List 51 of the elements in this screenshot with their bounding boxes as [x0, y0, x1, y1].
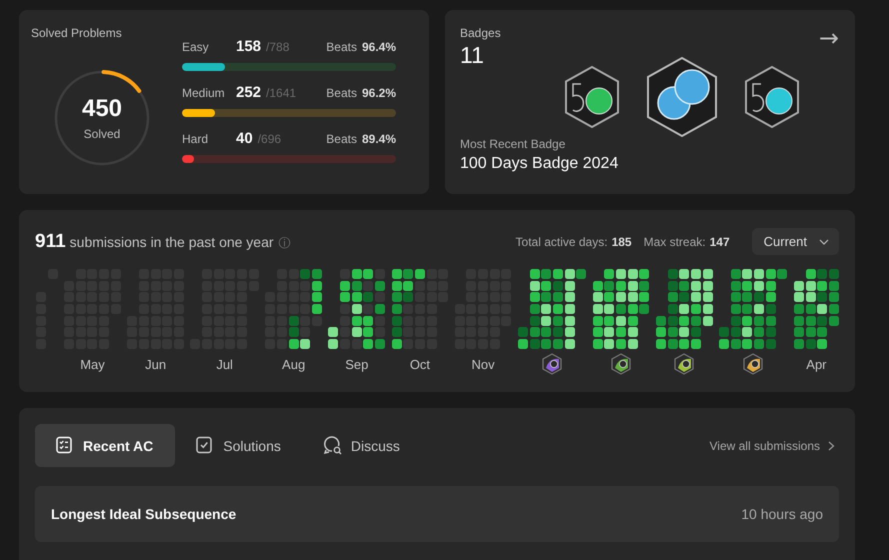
- total-number: /1641: [266, 86, 298, 100]
- difficulty-label: Easy: [182, 40, 210, 54]
- solved-caption: Solved: [84, 127, 120, 141]
- problem-title: Longest Ideal Subsequence: [51, 506, 236, 522]
- beats-value: 96.2%: [362, 86, 396, 100]
- beats-label: Beats: [326, 40, 357, 54]
- submission-count: 911: [35, 230, 66, 252]
- view-all-link[interactable]: View all submissions: [710, 438, 835, 452]
- chevron-down-icon: [819, 238, 829, 244]
- solved-number: 40: [236, 130, 253, 147]
- difficulty-label: Medium: [182, 86, 226, 100]
- solved-number: 252: [236, 84, 262, 101]
- month-label: Sep: [345, 356, 368, 372]
- chat-search-icon: [322, 436, 342, 455]
- tab[interactable]: Solutions: [175, 424, 303, 467]
- beats-label: Beats: [326, 86, 357, 100]
- card-title: Solved Problems: [31, 26, 123, 40]
- total-number: /696: [258, 132, 282, 146]
- list-icon: [55, 436, 74, 455]
- chevron-right-icon: [828, 440, 835, 450]
- month-label: Nov: [472, 356, 495, 372]
- info-icon: ⓘ: [278, 234, 291, 252]
- beats-label: Beats: [326, 132, 357, 146]
- tab[interactable]: Discuss: [302, 424, 422, 467]
- month-label: Oct: [410, 356, 430, 372]
- stat-label: Max streak:: [644, 234, 706, 248]
- year-dropdown[interactable]: Current: [752, 228, 839, 255]
- submission-row[interactable]: Longest Ideal Subsequence 10 hours ago: [35, 486, 839, 542]
- stat-label: Total active days:: [516, 234, 608, 248]
- month-label: Apr: [806, 356, 827, 372]
- solved-count: 450: [82, 95, 122, 123]
- month-label: Aug: [282, 356, 306, 372]
- stat-value: 185: [612, 234, 632, 248]
- solved-number: 158: [236, 38, 262, 55]
- badge-count: 11: [460, 42, 485, 69]
- badge-name: 100 Days Badge 2024: [460, 155, 620, 173]
- month-label: Jun: [145, 356, 166, 372]
- beats-value: 96.4%: [362, 40, 396, 54]
- month-label: May: [80, 356, 105, 372]
- difficulty-label: Hard: [182, 132, 210, 146]
- checkbox-icon: [195, 436, 214, 455]
- beats-value: 89.4%: [362, 132, 396, 146]
- card-title: Badges: [460, 26, 501, 40]
- tab[interactable]: Recent AC: [35, 424, 176, 467]
- arrow-button[interactable]: →: [818, 24, 839, 52]
- total-number: /788: [266, 40, 290, 54]
- submission-time: 10 hours ago: [741, 506, 823, 522]
- badge-label: Most Recent Badge: [460, 137, 566, 151]
- submission-text: submissions in the past one year: [70, 234, 274, 250]
- stat-value: 147: [710, 234, 730, 248]
- month-label: Jul: [216, 356, 233, 372]
